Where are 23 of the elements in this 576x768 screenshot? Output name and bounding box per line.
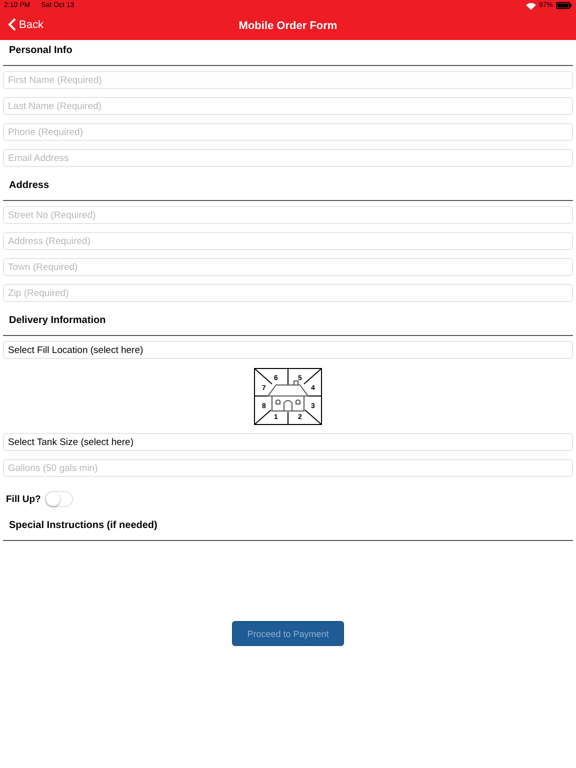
section-header: Personal Info — [8, 44, 74, 58]
input-field[interactable]: Last Name (Required) — [3, 97, 573, 115]
select-field[interactable]: Select Tank Size (select here) — [3, 433, 573, 451]
input-field[interactable]: First Name (Required) — [3, 71, 573, 89]
section-header: Special Instructions (if needed) — [8, 519, 158, 533]
chevron-left-icon — [8, 18, 16, 31]
back-button[interactable]: Back — [8, 18, 44, 31]
input-field[interactable]: Town (Required) — [3, 258, 573, 276]
fill-location-drawing — [254, 368, 322, 425]
section-header: Address — [8, 179, 50, 193]
section-header: Delivery Information — [8, 314, 107, 328]
input-field[interactable]: Email Address — [3, 149, 573, 167]
input-field[interactable]: Phone (Required) — [3, 123, 573, 141]
input-field[interactable]: Street No (Required) — [3, 206, 573, 224]
input-field[interactable]: Address (Required) — [3, 232, 573, 250]
toggle-label: Fill Up? — [6, 494, 41, 504]
input-field[interactable]: Zip (Required) — [3, 284, 573, 302]
wifi-icon — [526, 2, 536, 10]
nav-title: Mobile Order Form — [238, 20, 338, 32]
battery-icon — [556, 2, 572, 9]
toggle-switch[interactable] — [44, 491, 73, 507]
input-field[interactable]: Gallons (50 gals min) — [3, 459, 573, 477]
select-field[interactable]: Select Fill Location (select here) — [3, 341, 573, 359]
